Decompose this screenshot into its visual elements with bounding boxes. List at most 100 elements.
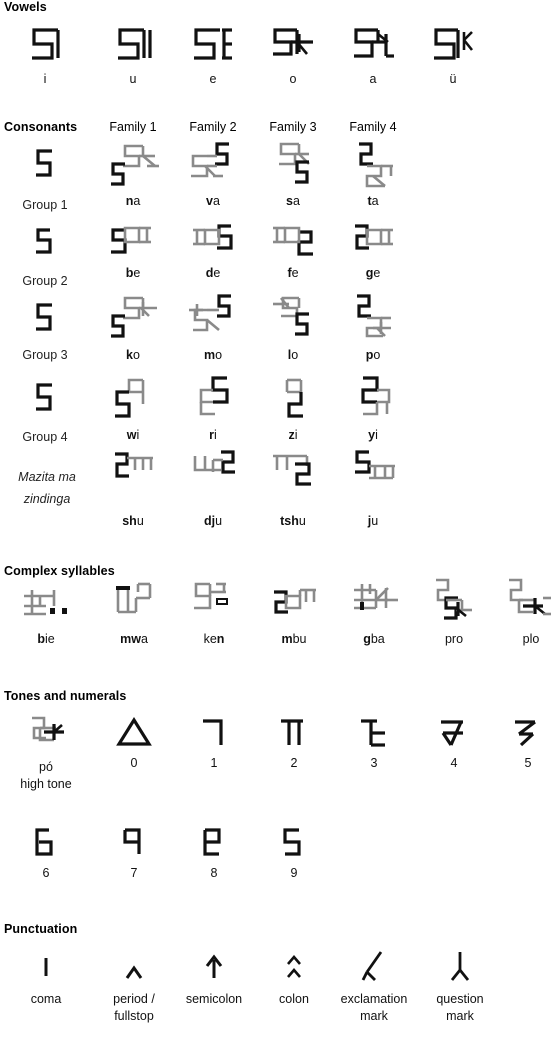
glyph-dju [193,450,235,474]
numeral-label-7: 7 [130,866,138,880]
vowel-label-u: u [129,72,137,86]
vowel-e-glyph [194,28,232,60]
glyph-ta [359,142,393,188]
glyph-pro [436,578,472,620]
glyph-po [357,294,391,338]
consonant-cell-mo: mo [178,294,248,363]
glyph-num-3 [361,719,385,747]
consonant-label-shu: shu [122,514,144,528]
consonant-cell-po: po [338,294,408,363]
consonant-label-sa: sa [286,194,300,208]
punct-cell-colon: colon [256,946,332,1009]
complex-cell-ken: ken [176,578,252,647]
row-label-mazita-line2: zindinga [23,492,71,506]
consonant-label-tshu: tshu [280,514,306,528]
glyph-num-8 [203,828,221,856]
consonant-cell-fe: fe [258,222,328,281]
glyph-na [111,144,159,186]
glyph-num-5 [515,720,536,747]
consonant-label-po: po [365,348,381,362]
glyph-tshu [273,454,311,486]
section-title-complex: Complex syllables [4,564,115,578]
tone-label-po: pó [39,760,53,774]
consonant-cell-shu: shu [98,450,168,529]
numeral-label-8: 8 [210,866,218,880]
group-3-base-cell [10,300,80,340]
glyph-punct-comma [44,958,48,976]
glyph-punct-question [450,952,470,981]
numeral-label-9: 9 [290,866,298,880]
consonant-cell-dju: dju [178,450,248,529]
punct-label-question-1: question [436,992,484,1006]
consonant-label-va: va [206,194,220,208]
consonant-label-wi: wi [126,428,140,442]
glyph-num-4 [441,720,463,746]
complex-cell-bie: bie [8,584,84,647]
vowel-uuml-glyph [434,28,474,60]
numeral-label-4: 4 [450,756,458,770]
row-label-group-3: Group 3 [22,348,68,362]
vowel-cell-o: o [258,24,328,87]
glyph-punct-period [125,965,143,979]
glyph-lo [273,296,309,336]
punct-label-coma-1: coma [30,992,62,1006]
glyph-ko [111,296,157,338]
numeral-cell-3: 3 [336,712,412,771]
complex-label-plo: plo [522,632,540,646]
glyph-num-6 [35,828,53,856]
glyph-de [193,224,233,250]
vowel-cell-u: u [98,24,168,87]
vowel-a-glyph [354,28,394,58]
glyph-mwa [116,582,152,614]
numeral-label-0: 0 [130,756,138,770]
numeral-cell-5: 5 [496,712,553,771]
consonant-cell-ju: ju [338,450,408,529]
consonant-label-dju: dju [203,514,223,528]
glyph-wi [115,378,145,418]
consonant-cell-wi: wi [98,374,168,443]
numeral-cell-9: 9 [256,824,332,881]
punct-cell-exclamation: exclamation mark [328,946,420,1024]
glyph-gba [354,584,398,610]
vowel-label-uuml: ü [449,72,457,86]
group-4-base-cell [10,380,80,420]
group-1-base-glyph [36,149,52,177]
vowel-label-i: i [43,72,47,86]
complex-label-gba: gba [363,632,385,646]
glyph-mo [189,294,231,332]
glyph-bie [24,590,67,616]
consonant-cell-tshu: tshu [258,450,328,529]
punct-label-exclamation-2: mark [360,1009,388,1023]
vowel-cell-uuml: ü [418,24,488,87]
consonant-cell-be: be [98,222,168,281]
row-label-mazita-line1: Mazita ma [18,470,76,484]
numeral-cell-1: 1 [176,712,252,771]
consonant-label-ju: ju [367,514,379,528]
punct-label-colon-1: colon [279,992,309,1006]
numeral-label-2: 2 [290,756,298,770]
row-label-group-1: Group 1 [22,198,68,212]
glyph-punct-colon [287,955,301,978]
glyph-zi [285,378,303,418]
family-header-1: Family 1 [109,120,157,134]
section-title-punctuation: Punctuation [4,922,78,936]
glyph-num-1 [203,719,223,745]
consonant-cell-yi: yi [338,374,408,443]
glyph-punct-exclamation [361,951,383,981]
vowel-label-a: a [369,72,377,86]
consonant-label-lo: lo [287,348,299,362]
numeral-cell-4: 4 [416,712,492,771]
glyph-sa [279,142,310,184]
complex-cell-mwa: mwa [96,578,172,647]
consonant-cell-zi: zi [258,374,328,443]
consonant-cell-ge: ge [338,222,408,281]
numeral-label-1: 1 [210,756,218,770]
punct-cell-coma: coma [8,946,84,1009]
consonant-cell-na: na [98,140,168,209]
tone-cell-po: pó high tone [8,712,84,792]
punct-label-exclamation-1: exclamation [340,992,408,1006]
complex-label-mwa: mwa [120,632,148,646]
complex-label-pro: pro [444,632,464,646]
consonant-cell-ko: ko [98,294,168,363]
vowel-u-glyph [118,28,152,60]
